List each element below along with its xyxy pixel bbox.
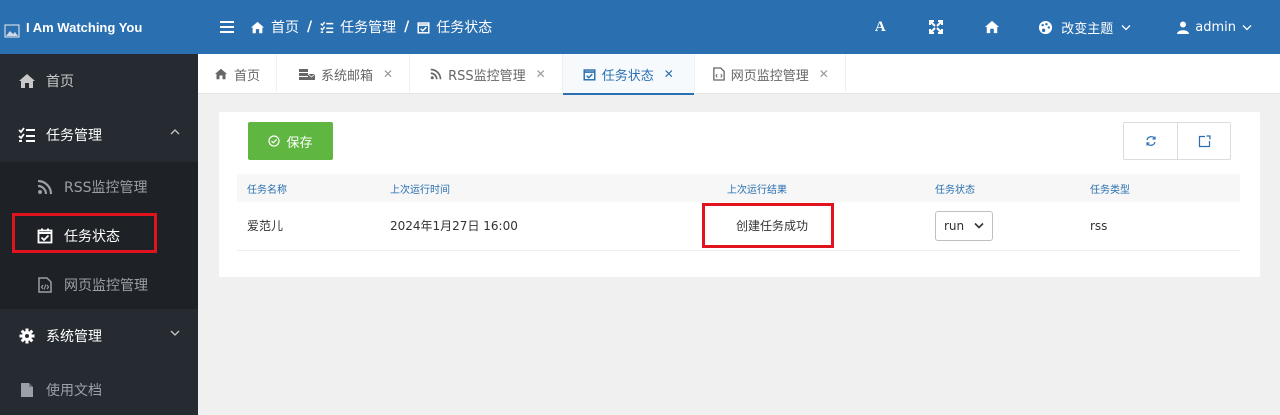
column-header[interactable]: 任务状态 bbox=[925, 174, 1080, 202]
tab-label: 首页 bbox=[234, 68, 261, 84]
task-table: 任务名称 上次运行时间 上次运行结果 任务状态 任务类型 爱范儿 2024年1月… bbox=[237, 174, 1240, 251]
task-type-cell: rss bbox=[1080, 202, 1240, 251]
table-row: 爱范儿 2024年1月27日 16:00 创建任务成功 run rss bbox=[237, 202, 1240, 251]
chevron-down-icon bbox=[974, 223, 984, 229]
broken-image-icon bbox=[4, 24, 20, 38]
save-button[interactable]: 保存 bbox=[248, 122, 333, 160]
sidebar-item-label: 任务状态 bbox=[64, 228, 120, 245]
breadcrumb-separator: / bbox=[404, 19, 410, 35]
refresh-button[interactable] bbox=[1124, 123, 1177, 159]
top-header: 首页 / 任务管理 / 任务状态 A 改变主题 admin bbox=[198, 0, 1280, 54]
refresh-icon bbox=[1145, 136, 1156, 146]
tab-task-status[interactable]: 任务状态 ✕ bbox=[562, 54, 695, 95]
calendar-check-icon bbox=[417, 21, 430, 34]
font-size-button[interactable]: A bbox=[870, 0, 890, 54]
task-status-select[interactable]: run bbox=[935, 210, 993, 241]
mail-server-icon bbox=[299, 68, 316, 80]
breadcrumb-item-current: 任务状态 bbox=[436, 20, 493, 36]
chevron-down-icon bbox=[170, 330, 180, 336]
last-run-result-cell: 创建任务成功 bbox=[717, 202, 925, 251]
home-icon bbox=[215, 68, 227, 80]
task-name-cell: 爱范儿 bbox=[237, 202, 380, 251]
calendar-check-icon bbox=[583, 68, 596, 81]
sidebar-item-home[interactable]: 首页 bbox=[0, 54, 198, 108]
tab-web-monitor[interactable]: 网页监控管理 ✕ bbox=[695, 54, 846, 94]
username: admin bbox=[1195, 19, 1236, 35]
breadcrumb-separator: / bbox=[307, 19, 313, 35]
check-circle-icon bbox=[268, 135, 281, 147]
breadcrumb-item[interactable]: 首页 bbox=[271, 17, 299, 37]
tab-label: 系统邮箱 bbox=[321, 68, 374, 84]
tab-label: 网页监控管理 bbox=[730, 68, 809, 84]
brand-title: I Am Watching You bbox=[26, 19, 143, 35]
tab-label: RSS监控管理 bbox=[448, 68, 526, 84]
sidebar-item-label: 任务管理 bbox=[46, 128, 102, 144]
tab-system-mailbox[interactable]: 系统邮箱 ✕ bbox=[277, 54, 411, 94]
sidebar-item-docs[interactable]: 使用文档 bbox=[0, 363, 198, 415]
column-header[interactable]: 上次运行结果 bbox=[717, 174, 925, 202]
chevron-down-icon bbox=[1242, 24, 1252, 30]
palette-icon bbox=[1039, 20, 1053, 34]
file-icon bbox=[18, 381, 36, 399]
sidebar-item-web-monitor[interactable]: 网页监控管理 bbox=[0, 260, 198, 309]
breadcrumb: 首页 / 任务管理 / 任务状态 bbox=[250, 17, 492, 37]
home-icon[interactable] bbox=[982, 0, 1002, 54]
sidebar-item-system-management[interactable]: 系统管理 bbox=[0, 309, 198, 363]
breadcrumb-item[interactable]: 任务管理 bbox=[340, 17, 396, 37]
home-icon bbox=[251, 21, 264, 33]
column-header[interactable]: 任务类型 bbox=[1080, 174, 1240, 202]
user-menu[interactable]: admin bbox=[1177, 0, 1252, 54]
sidebar-item-label: RSS监控管理 bbox=[64, 179, 148, 196]
brand[interactable]: I Am Watching You bbox=[0, 0, 198, 54]
chevron-down-icon bbox=[1121, 24, 1131, 30]
sidebar-item-label: 首页 bbox=[46, 74, 74, 90]
task-status-cell: run bbox=[925, 202, 1080, 251]
save-label: 保存 bbox=[286, 135, 313, 151]
close-icon[interactable]: ✕ bbox=[819, 67, 829, 81]
table-tools bbox=[1123, 122, 1231, 160]
sidebar-item-task-status[interactable]: 任务状态 bbox=[0, 211, 198, 260]
tab-home[interactable]: 首页 bbox=[198, 54, 278, 94]
table-header-row: 任务名称 上次运行时间 上次运行结果 任务状态 任务类型 bbox=[237, 174, 1240, 202]
sidebar-item-label: 网页监控管理 bbox=[64, 277, 148, 294]
column-header[interactable]: 上次运行时间 bbox=[380, 174, 717, 202]
task-submenu: RSS监控管理 任务状态 网页监控管理 bbox=[0, 162, 198, 309]
fullscreen-icon[interactable] bbox=[926, 0, 946, 54]
rss-icon bbox=[36, 178, 54, 196]
export-button[interactable] bbox=[1177, 123, 1230, 159]
tab-rss-monitor[interactable]: RSS监控管理 ✕ bbox=[410, 54, 563, 94]
gear-icon bbox=[18, 327, 36, 345]
menu-toggle-icon[interactable] bbox=[220, 18, 234, 36]
tasks-icon bbox=[18, 126, 36, 144]
rss-icon bbox=[430, 68, 442, 80]
header-actions: A 改变主题 admin bbox=[870, 0, 1280, 54]
sidebar: I Am Watching You 首页 任务管理 RSS监控管理 任务状态 网… bbox=[0, 0, 198, 415]
column-header[interactable]: 任务名称 bbox=[237, 174, 380, 202]
calendar-check-icon bbox=[36, 227, 54, 245]
code-file-icon bbox=[712, 67, 725, 81]
close-icon[interactable]: ✕ bbox=[664, 67, 674, 81]
export-icon bbox=[1198, 134, 1211, 147]
theme-label: 改变主题 bbox=[1061, 21, 1114, 37]
sidebar-item-label: 使用文档 bbox=[46, 383, 102, 399]
user-icon bbox=[1177, 21, 1190, 34]
last-run-time-cell: 2024年1月27日 16:00 bbox=[380, 202, 717, 251]
home-icon bbox=[18, 72, 36, 90]
sidebar-item-task-management[interactable]: 任务管理 bbox=[0, 108, 198, 162]
task-status-panel: 保存 任务名称 上次运行时间 上次运行结果 任务状态 任务类型 爱范儿 2024… bbox=[219, 112, 1260, 277]
selected-value: run bbox=[944, 218, 965, 233]
tab-label: 任务状态 bbox=[601, 68, 654, 84]
chevron-up-icon bbox=[170, 129, 180, 135]
tasks-icon bbox=[320, 21, 334, 33]
theme-switcher[interactable]: 改变主题 bbox=[1038, 0, 1131, 54]
tab-bar: 首页 系统邮箱 ✕ RSS监控管理 ✕ 任务状态 ✕ 网页监控管理 ✕ bbox=[198, 54, 1280, 95]
sidebar-item-rss[interactable]: RSS监控管理 bbox=[0, 162, 198, 211]
sidebar-item-label: 系统管理 bbox=[46, 329, 102, 345]
close-icon[interactable]: ✕ bbox=[536, 67, 546, 81]
close-icon[interactable]: ✕ bbox=[383, 67, 393, 81]
code-file-icon bbox=[36, 276, 54, 294]
